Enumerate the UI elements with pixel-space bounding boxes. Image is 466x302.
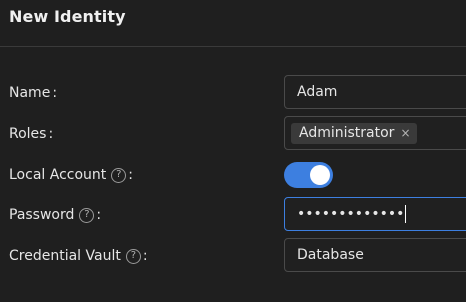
role-chip-label: Administrator (299, 124, 395, 141)
dialog-title: New Identity (9, 7, 126, 26)
help-icon[interactable]: ? (125, 248, 141, 264)
toggle-knob (310, 165, 330, 185)
credential-vault-label: Credential Vault ? : (9, 248, 148, 264)
roles-label: Roles: (9, 126, 54, 142)
remove-role-icon[interactable]: × (400, 126, 410, 140)
help-icon[interactable]: ? (79, 207, 95, 223)
role-chip-administrator: Administrator × (291, 122, 417, 144)
name-input[interactable]: Adam (284, 75, 466, 109)
roles-input[interactable]: Administrator × (284, 116, 466, 150)
password-label-text: Password (9, 207, 75, 223)
name-row: Name: Adam (0, 75, 466, 111)
credential-vault-value: Database (297, 247, 364, 263)
roles-label-text: Roles (9, 126, 47, 142)
local-account-label-text: Local Account (9, 167, 107, 183)
header-divider (0, 46, 466, 47)
credential-vault-row: Credential Vault ? : Database (0, 238, 466, 274)
credential-vault-select[interactable]: Database (284, 238, 466, 272)
name-label-text: Name (9, 85, 51, 101)
name-label: Name: (9, 85, 58, 101)
local-account-label: Local Account ? : (9, 167, 133, 183)
new-identity-dialog: New Identity Name: Adam Roles: Administr… (0, 0, 466, 302)
roles-row: Roles: Administrator × (0, 116, 466, 152)
name-value: Adam (297, 84, 338, 100)
text-caret (405, 205, 407, 223)
local-account-toggle[interactable] (284, 162, 333, 188)
password-row: Password ? : ••••••••••••• (0, 197, 466, 233)
password-label: Password ? : (9, 207, 102, 223)
credential-vault-label-text: Credential Vault (9, 248, 121, 264)
password-input[interactable]: ••••••••••••• (284, 197, 466, 231)
local-account-row: Local Account ? : (0, 157, 466, 193)
help-icon[interactable]: ? (111, 167, 127, 183)
password-masked-value: ••••••••••••• (297, 206, 405, 222)
